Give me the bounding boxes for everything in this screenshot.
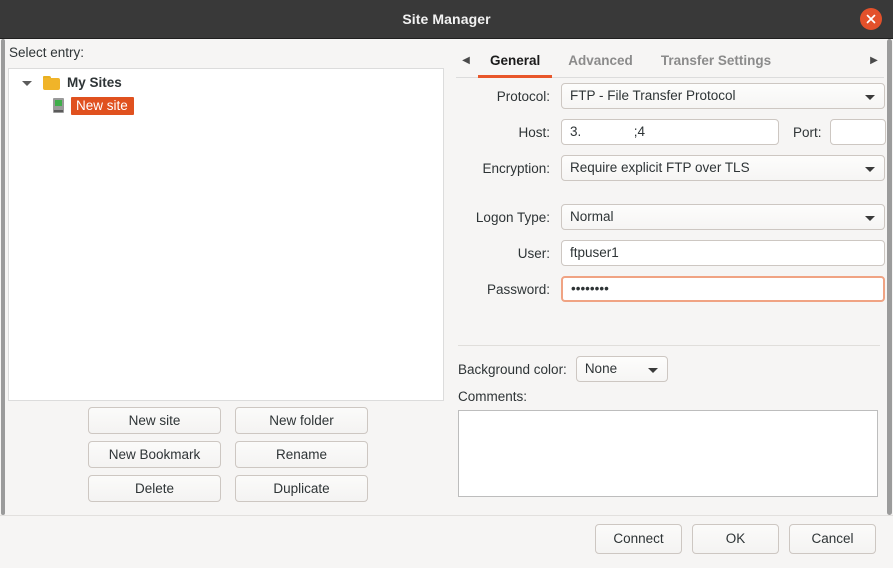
new-bookmark-button[interactable]: New Bookmark [88,441,221,468]
tree-item-my-sites[interactable]: My Sites [9,71,443,94]
chevron-down-icon [865,216,875,221]
delete-button[interactable]: Delete [88,475,221,502]
password-input[interactable]: •••••••• [561,276,885,302]
password-row: Password: •••••••• [452,276,893,302]
left-scrollbar[interactable] [0,39,6,515]
tree-item-label: My Sites [67,75,122,90]
server-icon [53,98,64,113]
tab-label: Transfer Settings [660,53,772,68]
dialog-footer: Connect OK Cancel [0,515,893,568]
tab-bar: ◀ General Advanced Transfer Settings ▶ [456,44,884,78]
tab-label: Advanced [568,53,633,68]
tab-general[interactable]: General [476,44,554,78]
footer-actions: Connect OK Cancel [595,524,876,554]
new-site-button[interactable]: New site [88,407,221,434]
titlebar: Site Manager [0,0,893,39]
window-title: Site Manager [402,11,491,27]
encryption-label: Encryption: [482,160,550,176]
folder-icon [43,75,60,90]
host-row: Host: 3. ;4 Port: [452,119,893,145]
tab-transfer-settings[interactable]: Transfer Settings [647,44,785,77]
left-scrollbar-thumb[interactable] [1,39,5,515]
general-tab-panel: Protocol: FTP - File Transfer Protocol H… [452,83,893,312]
encryption-row: Encryption: Require explicit FTP over TL… [452,155,893,181]
chevron-right-icon[interactable]: ▶ [864,44,884,77]
ok-button[interactable]: OK [692,524,779,554]
comments-textarea[interactable] [458,410,878,497]
port-input[interactable] [829,119,886,145]
tab-label: General [490,53,541,68]
chevron-down-icon[interactable] [19,75,35,91]
protocol-select[interactable]: FTP - File Transfer Protocol [561,83,885,109]
chevron-left-icon[interactable]: ◀ [456,44,476,77]
comments-label: Comments: [458,389,528,404]
protocol-value: FTP - File Transfer Protocol [570,88,736,103]
protocol-label: Protocol: [496,88,550,104]
left-pane: Select entry: My Sites New site New site… [0,39,452,515]
tree-item-new-site[interactable]: New site [9,94,443,117]
chevron-down-icon [647,368,658,373]
duplicate-button[interactable]: Duplicate [235,475,368,502]
close-glyph [866,14,876,24]
host-input[interactable]: 3. ;4 [561,119,779,145]
tree-item-label: New site [71,96,134,115]
logon-type-label: Logon Type: [475,209,550,225]
chevron-down-icon [865,167,875,172]
cancel-button[interactable]: Cancel [789,524,876,554]
close-icon[interactable] [860,8,882,30]
tab-spacer [785,44,864,77]
encryption-select[interactable]: Require explicit FTP over TLS [561,155,885,181]
user-input[interactable]: ftpuser1 [561,240,885,266]
logon-type-select[interactable]: Normal [561,204,885,230]
password-label: Password: [486,281,550,297]
background-color-value: None [584,361,618,376]
encryption-value: Require explicit FTP over TLS [570,160,750,175]
site-tree[interactable]: My Sites New site [8,68,444,401]
new-folder-button[interactable]: New folder [235,407,368,434]
user-row: User: ftpuser1 [452,240,893,266]
site-manager-dialog: Site Manager Select entry: My Sites New … [0,0,893,568]
port-label: Port: [793,124,822,140]
background-color-select[interactable]: None [575,356,668,382]
section-divider [458,345,880,346]
tab-advanced[interactable]: Advanced [554,44,647,77]
select-entry-label: Select entry: [9,45,85,60]
site-actions: New site New folder New Bookmark Rename … [88,407,368,502]
rename-button[interactable]: Rename [235,441,368,468]
chevron-down-icon [865,95,875,100]
connect-button[interactable]: Connect [595,524,682,554]
right-pane: ◀ General Advanced Transfer Settings ▶ P… [452,39,893,515]
background-color-row: Background color: None [458,356,668,382]
dialog-body: Select entry: My Sites New site New site… [0,39,893,515]
protocol-row: Protocol: FTP - File Transfer Protocol [452,83,893,109]
right-scrollbar-thumb[interactable] [887,39,892,515]
user-label: User: [517,245,550,261]
background-color-label: Background color: [458,361,567,377]
logon-type-value: Normal [570,209,614,224]
host-label: Host: [518,124,550,140]
logon-type-row: Logon Type: Normal [452,204,893,230]
right-scrollbar[interactable] [886,39,893,515]
